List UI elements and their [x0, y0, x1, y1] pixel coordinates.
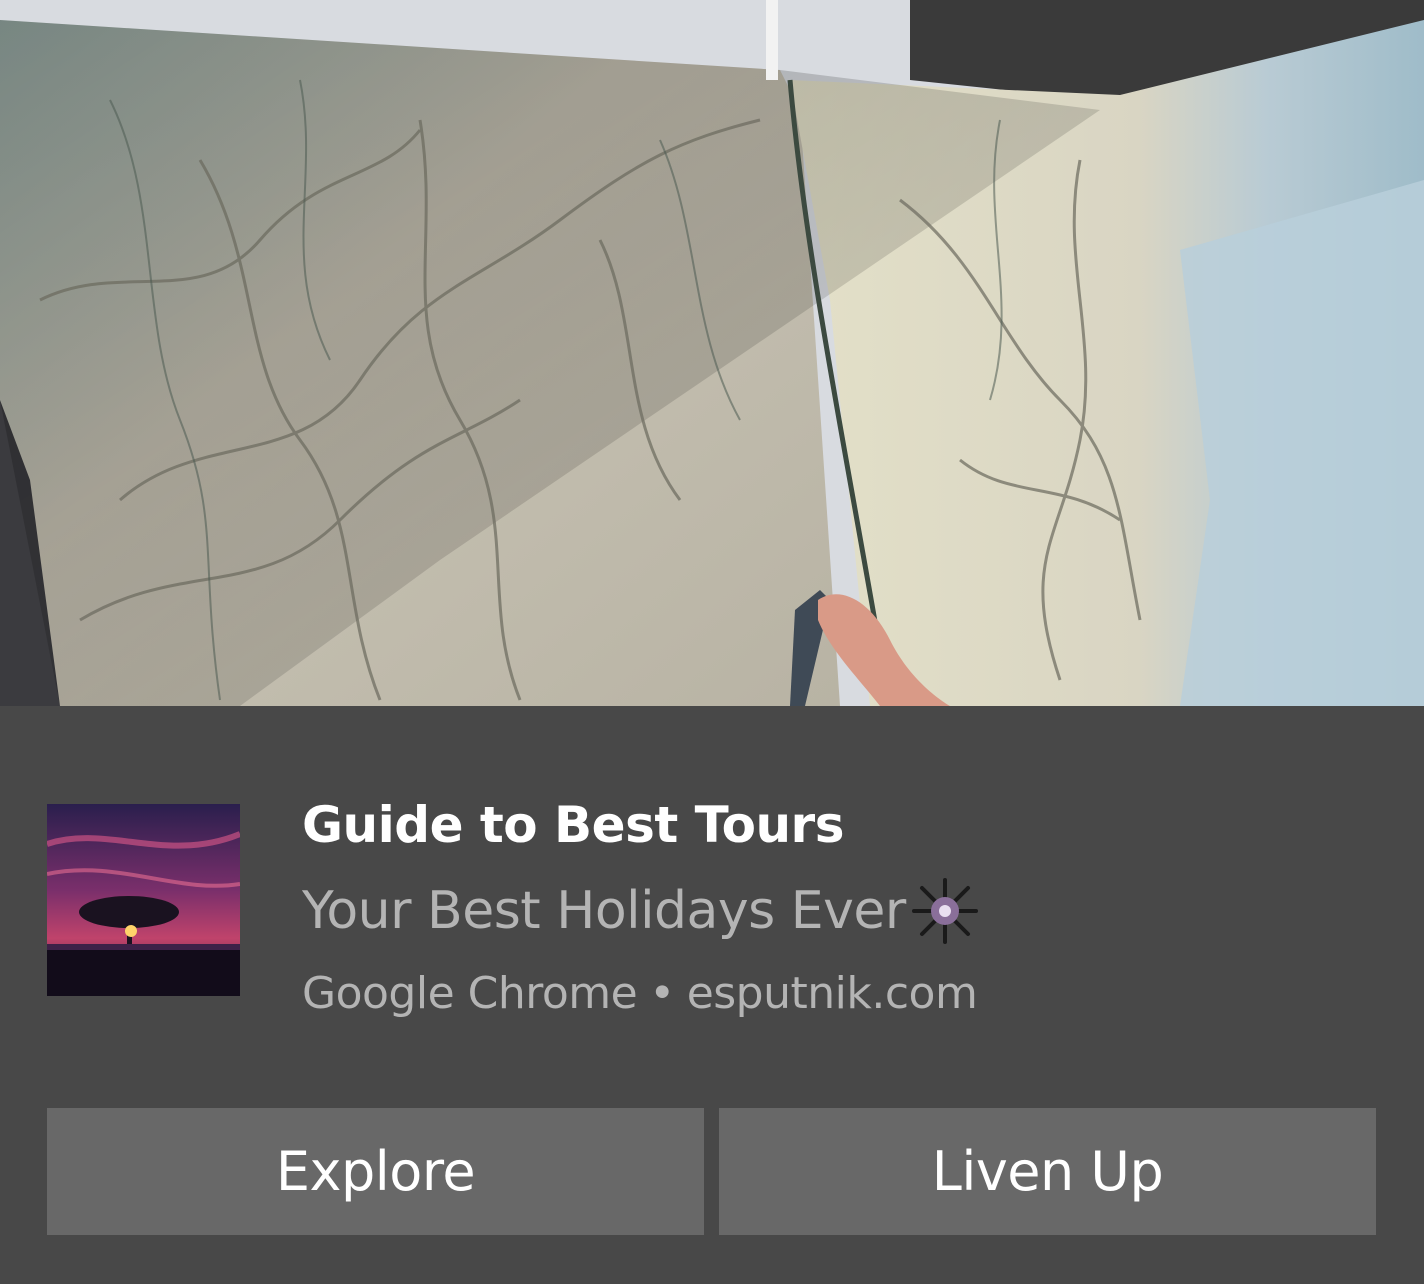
- notification-toast[interactable]: Guide to Best Tours Your Best Holidays E…: [0, 0, 1424, 1284]
- sparkle-icon: [910, 876, 980, 946]
- app-logo-image: [47, 804, 240, 996]
- source-domain: esputnik.com: [686, 968, 978, 1019]
- notification-attribution: Google Chrome • esputnik.com: [302, 968, 978, 1019]
- notification-title: Guide to Best Tours: [302, 796, 844, 854]
- attribution-separator: •: [649, 968, 675, 1019]
- explore-button[interactable]: Explore: [47, 1108, 704, 1235]
- notification-subtitle: Your Best Holidays Ever: [302, 881, 906, 941]
- liven-up-button[interactable]: Liven Up: [719, 1108, 1376, 1235]
- source-app-name: Google Chrome: [302, 968, 638, 1019]
- notification-subtitle-row: Your Best Holidays Ever: [302, 876, 980, 946]
- hero-map-image: [0, 0, 1424, 706]
